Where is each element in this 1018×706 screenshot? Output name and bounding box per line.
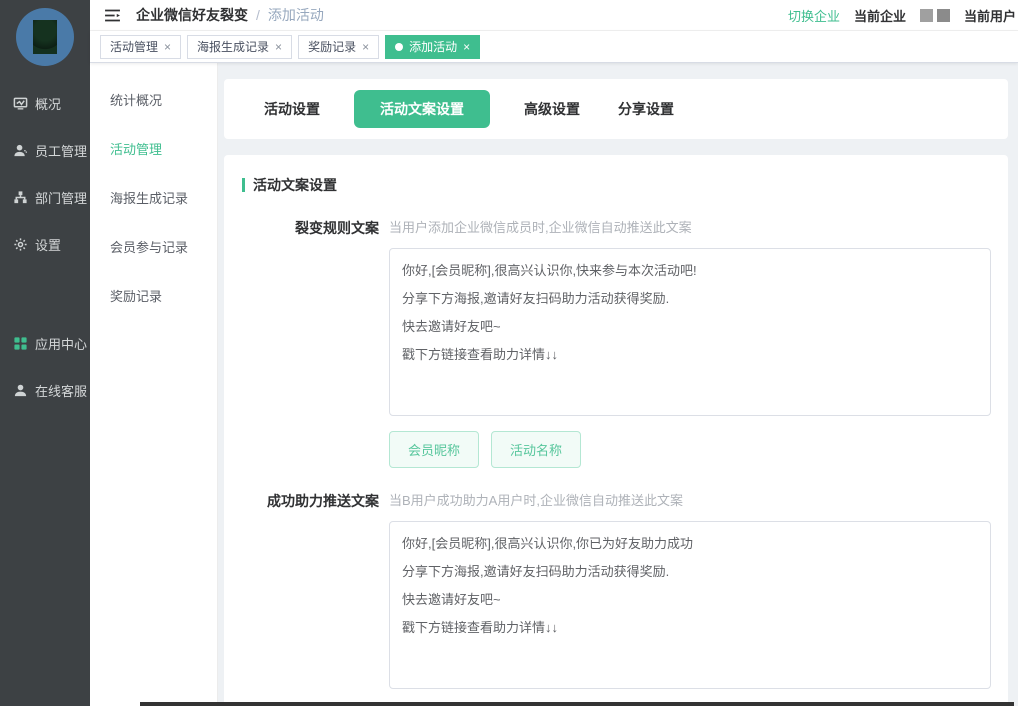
sidebar-item-online-support[interactable]: 在线客服 [0,367,90,414]
tag-label: 海报生成记录 [197,38,269,55]
insert-member-nickname-button[interactable]: 会员昵称 [389,431,479,468]
submenu-item-activity-management[interactable]: 活动管理 [90,124,217,173]
close-icon[interactable]: × [463,41,470,53]
secondary-sidebar: 统计概况 活动管理 海报生成记录 会员参与记录 奖励记录 [90,63,218,706]
close-icon[interactable]: × [164,41,171,53]
breadcrumb-separator: / [256,7,260,23]
tags-view-bar: 活动管理 × 海报生成记录 × 奖励记录 × 添加活动 × [90,31,1018,63]
current-company-label: 当前企业 [854,6,906,25]
main-sidebar: 概况 员工管理 部门管理 设置 应用中心 在线客服 [0,0,90,706]
sidebar-item-label: 部门管理 [35,188,87,207]
field-label: 裂变规则文案 [242,217,379,468]
sidebar-item-app-center[interactable]: 应用中心 [0,320,90,367]
tag-label: 奖励记录 [308,38,356,55]
insert-variable-buttons: 会员昵称 活动名称 [389,431,991,468]
assist-success-copy-textarea[interactable]: 你好,[会员昵称],很高兴认识你,你已为好友助力成功 分享下方海报,邀请好友扫码… [389,521,991,689]
employee-icon [13,143,28,158]
tag-activity-management[interactable]: 活动管理 × [100,35,181,59]
fission-rule-copy-textarea[interactable]: 你好,[会员昵称],很高兴认识你,快来参与本次活动吧! 分享下方海报,邀请好友扫… [389,248,991,416]
apps-icon [13,336,28,351]
tag-reward-records[interactable]: 奖励记录 × [298,35,379,59]
submenu-item-stats-overview[interactable]: 统计概况 [90,75,217,124]
sidebar-item-settings[interactable]: 设置 [0,221,90,268]
tag-poster-records[interactable]: 海报生成记录 × [187,35,292,59]
section-title-text: 活动文案设置 [253,175,337,195]
breadcrumb-root[interactable]: 企业微信好友裂变 [136,5,248,25]
collapse-menu-icon[interactable] [102,5,122,25]
close-icon[interactable]: × [275,41,282,53]
sidebar-item-label: 设置 [35,235,61,254]
field-control: 当用户添加企业微信成员时,企业微信自动推送此文案 你好,[会员昵称],很高兴认识… [389,217,991,468]
main-menu: 概况 员工管理 部门管理 设置 应用中心 在线客服 [0,80,90,414]
mascot-icon [33,20,57,54]
insert-activity-name-button[interactable]: 活动名称 [491,431,581,468]
main-column: 企业微信好友裂变 / 添加活动 切换企业 当前企业 当前用户 活动管理 × 海报… [90,0,1018,706]
breadcrumb-current: 添加活动 [268,5,324,25]
field-hint: 当B用户成功助力A用户时,企业微信自动推送此文案 [389,490,991,509]
sidebar-item-departments[interactable]: 部门管理 [0,174,90,221]
switch-company-link[interactable]: 切换企业 [788,6,840,25]
submenu-item-poster-records[interactable]: 海报生成记录 [90,173,217,222]
sidebar-item-employees[interactable]: 员工管理 [0,127,90,174]
tab-share-settings[interactable]: 分享设置 [614,90,678,128]
breadcrumb: 企业微信好友裂变 / 添加活动 [136,5,324,25]
active-dot-icon [395,43,403,51]
settings-tabs: 活动设置 活动文案设置 高级设置 分享设置 [224,79,1008,139]
tab-advanced-settings[interactable]: 高级设置 [520,90,584,128]
tab-activity-settings[interactable]: 活动设置 [260,90,324,128]
form-item-fission-rule-copy: 裂变规则文案 当用户添加企业微信成员时,企业微信自动推送此文案 你好,[会员昵称… [242,217,1008,468]
topbar-actions: 切换企业 当前企业 当前用户 [788,6,1018,25]
avatar[interactable] [16,8,74,66]
sidebar-item-overview[interactable]: 概况 [0,80,90,127]
tag-label: 添加活动 [409,38,457,55]
bottom-cutoff-strip [140,702,1014,706]
form-item-assist-success-copy: 成功助力推送文案 当B用户成功助力A用户时,企业微信自动推送此文案 你好,[会员… [242,490,1008,706]
settings-icon [13,237,28,252]
support-icon [13,383,28,398]
sidebar-item-label: 员工管理 [35,141,87,160]
submenu-item-reward-records[interactable]: 奖励记录 [90,271,217,320]
copy-settings-panel: 活动文案设置 裂变规则文案 当用户添加企业微信成员时,企业微信自动推送此文案 你… [224,155,1008,706]
body-row: 统计概况 活动管理 海报生成记录 会员参与记录 奖励记录 活动设置 活动文案设置… [90,63,1018,706]
brand-logo[interactable] [0,0,90,80]
main-content: 活动设置 活动文案设置 高级设置 分享设置 活动文案设置 裂变规则文案 当用户添… [218,63,1018,706]
topbar: 企业微信好友裂变 / 添加活动 切换企业 当前企业 当前用户 [90,0,1018,31]
field-label: 成功助力推送文案 [242,490,379,706]
tag-add-activity[interactable]: 添加活动 × [385,35,480,59]
tab-activity-copy-settings[interactable]: 活动文案设置 [354,90,490,128]
section-accent-bar [242,178,245,192]
app-window: 概况 员工管理 部门管理 设置 应用中心 在线客服 [0,0,1018,706]
sidebar-item-label: 概况 [35,94,61,113]
current-user-label: 当前用户 [964,6,1016,25]
tag-label: 活动管理 [110,38,158,55]
field-hint: 当用户添加企业微信成员时,企业微信自动推送此文案 [389,217,991,236]
company-name-redacted [920,9,950,22]
section-title: 活动文案设置 [242,175,1008,195]
field-control: 当B用户成功助力A用户时,企业微信自动推送此文案 你好,[会员昵称],很高兴认识… [389,490,991,706]
sidebar-item-label: 在线客服 [35,381,87,400]
dashboard-icon [13,96,28,111]
submenu-item-member-participation[interactable]: 会员参与记录 [90,222,217,271]
sidebar-item-label: 应用中心 [35,334,87,353]
menu-spacer [0,268,90,320]
department-icon [13,190,28,205]
close-icon[interactable]: × [362,41,369,53]
